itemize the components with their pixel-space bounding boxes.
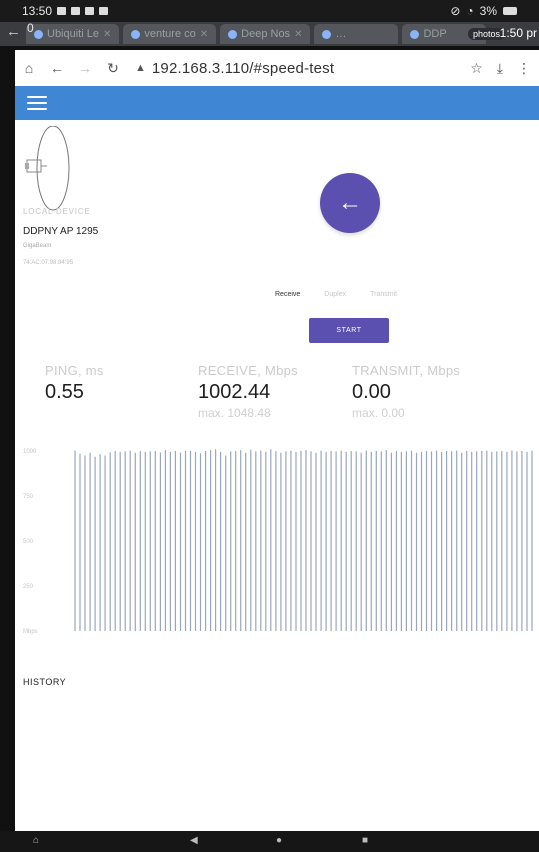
- app-header: [15, 86, 539, 120]
- transmit-value: 0.00: [352, 381, 391, 403]
- location-icon: [57, 7, 67, 15]
- status-time: 13:50: [22, 4, 53, 18]
- address-bar: ⌂ ← → ↻ ▲ 192.168.3.110/#speed-test ☆ ⤓ …: [15, 50, 539, 86]
- mode-receive[interactable]: Receive: [275, 291, 300, 298]
- y-tick-label: 750: [23, 494, 34, 500]
- reload-icon[interactable]: ↻: [99, 60, 127, 77]
- favicon-icon: [131, 29, 141, 39]
- device-mac: 74:AC:07:98:84:95: [23, 260, 74, 266]
- nav-recents-icon[interactable]: ■: [362, 835, 368, 846]
- receive-max: max. 1048.48: [198, 406, 271, 420]
- url-field[interactable]: 192.168.3.110/#speed-test: [152, 60, 334, 77]
- transmit-label: TRANSMIT, Mbps: [352, 363, 461, 378]
- browser-tab[interactable]: venture co ✕: [123, 24, 217, 44]
- ping-metric: PING, ms 0.55: [45, 363, 104, 404]
- mode-duplex[interactable]: Duplex: [324, 291, 346, 298]
- dnd-icon: ⊘: [450, 4, 461, 18]
- back-arrow-button[interactable]: ←: [320, 173, 380, 233]
- device-name: DDPNY AP 1295: [23, 226, 99, 237]
- accessibility-icon[interactable]: ⌂: [33, 835, 39, 846]
- close-icon[interactable]: ✕: [200, 29, 208, 40]
- arrow-left-icon: ←: [338, 189, 362, 216]
- test-mode-selector: Receive Duplex Transmit: [275, 291, 397, 298]
- back-icon[interactable]: ←: [43, 60, 71, 76]
- nav-home-icon[interactable]: ●: [276, 835, 282, 846]
- forward-icon[interactable]: →: [71, 60, 99, 76]
- download-icon[interactable]: ⤓: [497, 60, 503, 77]
- browser-tab[interactable]: …: [314, 24, 399, 44]
- favicon-icon: [410, 29, 420, 39]
- browser-tab[interactable]: Deep Nos ✕: [220, 24, 311, 44]
- y-tick-label: 250: [23, 584, 34, 590]
- notification-icon: [99, 7, 109, 15]
- back-arrow-icon[interactable]: ←: [6, 23, 21, 40]
- y-tick-label: Mbps: [23, 629, 38, 635]
- home-icon[interactable]: ⌂: [15, 60, 43, 76]
- close-icon[interactable]: ✕: [294, 29, 302, 40]
- y-tick-label: 1000: [23, 449, 37, 455]
- nav-back-icon[interactable]: ◀: [190, 835, 198, 846]
- dish-antenna-icon: [25, 126, 70, 211]
- hamburger-menu-icon[interactable]: [27, 96, 47, 110]
- favicon-icon: [228, 29, 238, 39]
- battery-percent: 3%: [479, 4, 497, 18]
- browser-tab-strip: ← 0 Ubiquiti Le ✕ venture co ✕ Deep Nos ✕ ……: [0, 22, 539, 46]
- receive-label: RECEIVE, Mbps: [198, 363, 298, 378]
- ping-label: PING, ms: [45, 363, 104, 378]
- notification-icon: [71, 7, 81, 15]
- browser-tab[interactable]: Ubiquiti Le ✕: [26, 24, 120, 44]
- battery-icon: [503, 7, 517, 15]
- device-model: GigaBeam: [23, 243, 52, 249]
- throughput-chart: 1000 750 500 250 Mbps: [23, 449, 533, 635]
- system-nav-bar: ⌂ ◀ ● ■: [0, 831, 539, 852]
- system-status-bar: 13:50 ⊘ ◔ 3%: [0, 0, 539, 22]
- close-icon[interactable]: ✕: [103, 29, 111, 40]
- overlay-clock: 1:50 pr: [499, 26, 537, 40]
- receive-value: 1002.44: [198, 381, 271, 403]
- notification-icon: [85, 7, 95, 15]
- star-icon[interactable]: ☆: [470, 60, 483, 77]
- tab-count: 0: [27, 22, 34, 35]
- transmit-max: max. 0.00: [352, 406, 405, 420]
- history-title: HISTORY: [23, 677, 67, 687]
- mode-transmit[interactable]: Transmit: [370, 291, 397, 298]
- favicon-icon: [34, 29, 43, 39]
- device-section-label: LOCAL DEVICE: [23, 207, 91, 216]
- y-tick-label: 500: [23, 539, 34, 545]
- favicon-icon: [322, 29, 332, 39]
- wifi-icon: ◔: [466, 4, 474, 18]
- receive-metric: RECEIVE, Mbps 1002.44 max. 1048.48: [198, 363, 298, 420]
- start-button[interactable]: START: [309, 318, 389, 343]
- transmit-metric: TRANSMIT, Mbps 0.00 max. 0.00: [352, 363, 460, 420]
- warning-icon[interactable]: ▲: [135, 62, 146, 74]
- ping-value: 0.55: [45, 381, 84, 403]
- web-page: LOCAL DEVICE DDPNY AP 1295 GigaBeam 74:A…: [15, 86, 539, 831]
- menu-icon[interactable]: ⋮: [517, 60, 531, 77]
